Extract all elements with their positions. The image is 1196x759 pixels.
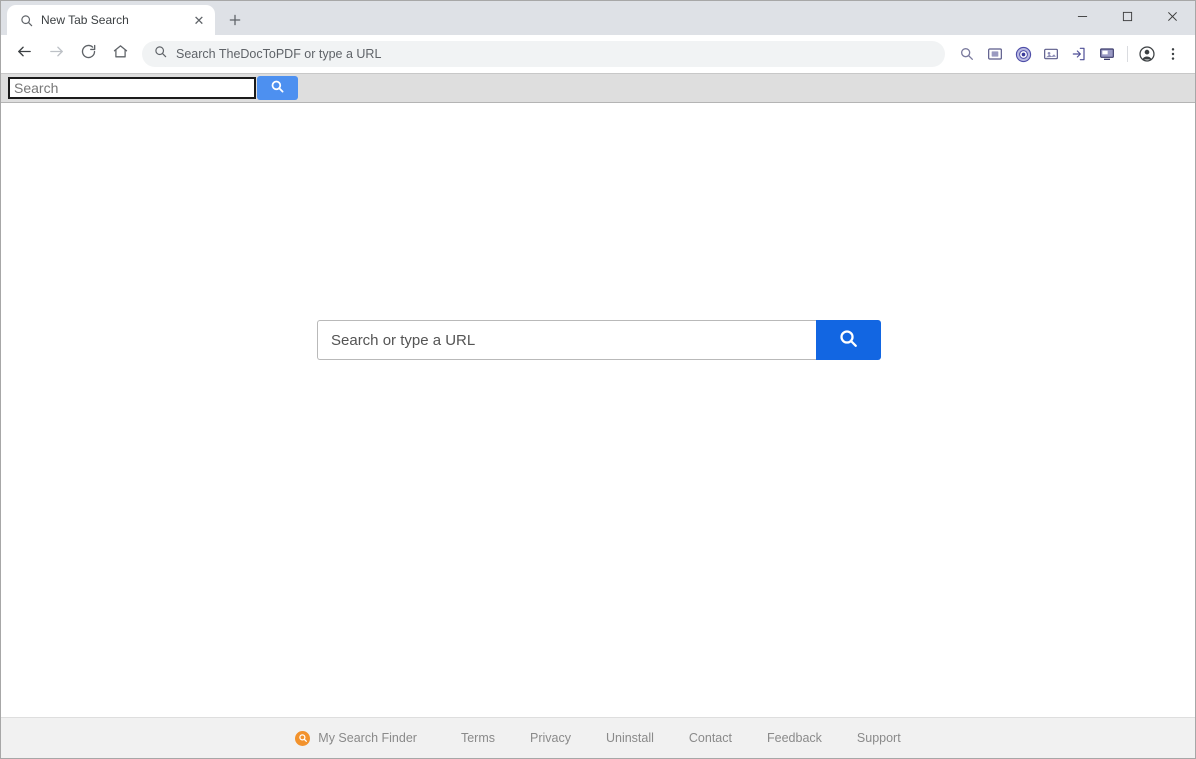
footer-link-uninstall[interactable]: Uninstall — [606, 731, 654, 745]
extension-search-bar — [1, 73, 1195, 103]
arrow-left-icon — [16, 43, 33, 65]
screenshot-extension-icon[interactable] — [982, 41, 1008, 67]
extension-search-button[interactable] — [257, 76, 298, 100]
close-icon[interactable]: ✕ — [191, 12, 207, 28]
brand-label: My Search Finder — [318, 731, 417, 745]
arrow-right-icon — [48, 43, 65, 65]
tab-title: New Tab Search — [41, 13, 129, 27]
browser-window: New Tab Search ✕ Search TheDocToPDF or t… — [0, 0, 1196, 759]
window-controls — [1060, 1, 1195, 32]
toolbar-divider — [1127, 46, 1128, 62]
home-icon — [112, 43, 129, 65]
magnifier-extension-icon[interactable] — [954, 41, 980, 67]
tab-new-tab-search[interactable]: New Tab Search ✕ — [7, 5, 215, 35]
search-icon — [270, 79, 285, 97]
footer-link-support[interactable]: Support — [857, 731, 901, 745]
image-card-extension-icon[interactable] — [1038, 41, 1064, 67]
footer-link-terms[interactable]: Terms — [461, 731, 495, 745]
reload-button[interactable] — [74, 40, 102, 68]
brand-my-search-finder[interactable]: My Search Finder — [295, 730, 417, 746]
main-search-button[interactable] — [816, 320, 881, 360]
forward-button[interactable] — [42, 40, 70, 68]
page-footer: My Search Finder Terms Privacy Uninstall… — [1, 717, 1195, 758]
import-extension-icon[interactable] — [1066, 41, 1092, 67]
tab-strip: New Tab Search ✕ — [1, 1, 1195, 35]
back-button[interactable] — [10, 40, 38, 68]
account-circle-icon[interactable] — [1134, 41, 1160, 67]
three-dot-menu-icon[interactable] — [1160, 41, 1186, 67]
reload-icon — [80, 43, 97, 65]
footer-link-feedback[interactable]: Feedback — [767, 731, 822, 745]
monitor-extension-icon[interactable] — [1094, 41, 1120, 67]
magnifier-badge-icon — [295, 730, 311, 746]
omnibox[interactable]: Search TheDocToPDF or type a URL — [142, 41, 945, 67]
toolbar-extensions — [953, 41, 1188, 67]
new-tab-button[interactable] — [221, 6, 249, 34]
close-window-button[interactable] — [1150, 1, 1195, 32]
home-button[interactable] — [106, 40, 134, 68]
search-icon — [19, 13, 33, 27]
footer-link-privacy[interactable]: Privacy — [530, 731, 571, 745]
main-search-box — [317, 320, 881, 360]
omnibox-text: Search TheDocToPDF or type a URL — [176, 47, 382, 61]
page-content: My Search Finder Terms Privacy Uninstall… — [1, 103, 1195, 758]
browser-toolbar: Search TheDocToPDF or type a URL — [1, 35, 1195, 73]
minimize-button[interactable] — [1060, 1, 1105, 32]
circle-target-extension-icon[interactable] — [1010, 41, 1036, 67]
footer-link-contact[interactable]: Contact — [689, 731, 732, 745]
main-search-input[interactable] — [317, 320, 816, 360]
maximize-button[interactable] — [1105, 1, 1150, 32]
search-icon — [838, 328, 859, 352]
extension-search-input[interactable] — [8, 77, 256, 99]
search-icon — [154, 45, 167, 63]
page-body — [1, 103, 1195, 717]
